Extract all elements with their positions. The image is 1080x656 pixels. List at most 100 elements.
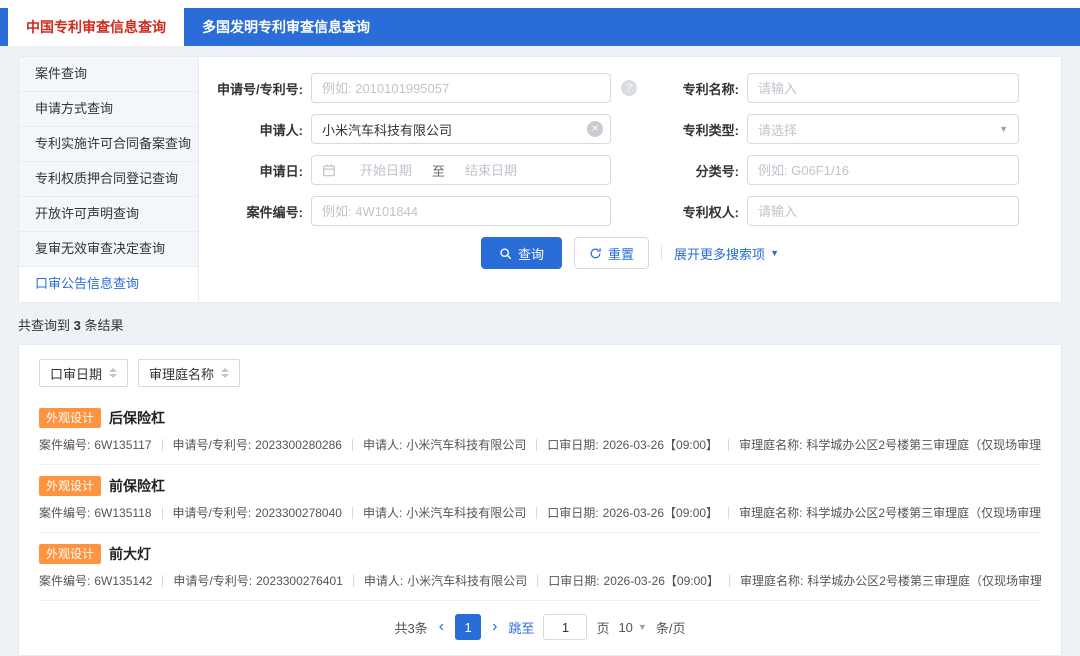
patent-name-input[interactable]: [747, 73, 1019, 103]
patent-type-badge: 外观设计: [39, 476, 102, 496]
result-item: 外观设计 前大灯 案件编号: 6W135142 申请号/专利号: 202330027…: [39, 533, 1041, 601]
application-number-label: 申请号/专利号:: [217, 81, 303, 97]
current-page-button[interactable]: 1: [455, 614, 482, 640]
patent-type-select[interactable]: 请选择 ▼: [747, 114, 1019, 144]
field-value: 6W135142: [94, 573, 153, 588]
field-label: 审理庭名称:: [739, 438, 803, 452]
sidebar: 案件查询 申请方式查询 专利实施许可合同备案查询 专利权质押合同登记查询 开放许…: [19, 57, 199, 302]
field-separator: [161, 438, 163, 451]
field-separator: [537, 574, 539, 587]
result-title: 前大灯: [109, 546, 152, 562]
tab-china-patent-query[interactable]: 中国专利审查信息查询: [8, 8, 184, 46]
sort-icon: [109, 368, 118, 378]
sort-by-hearing-date-button[interactable]: 口审日期: [39, 359, 129, 387]
apply-date-range-picker[interactable]: 至: [311, 155, 611, 185]
field-value: 2026-03-26【09:00】: [602, 438, 719, 452]
pagination-total: 共3条: [394, 620, 428, 636]
patentee-input[interactable]: [747, 196, 1019, 226]
expand-more-search-link[interactable]: 展开更多搜索项 ▼: [674, 244, 779, 263]
start-date-input[interactable]: [344, 161, 428, 179]
per-page-select[interactable]: 10 ▼: [618, 620, 646, 635]
page-unit-label: 页: [596, 620, 610, 636]
sidebar-item-reexamination-decision-query[interactable]: 复审无效审查决定查询: [19, 232, 198, 267]
field-separator: [728, 574, 730, 587]
applicant-input[interactable]: [311, 114, 611, 144]
field-separator: [728, 506, 730, 519]
divider: [661, 246, 663, 260]
field-label: 申请号/专利号:: [172, 438, 252, 452]
field-separator: [351, 438, 353, 451]
reset-button[interactable]: 重置: [574, 237, 650, 269]
field-label: 案件编号:: [39, 574, 91, 588]
field-separator: [162, 574, 164, 587]
field-value: 6W135117: [94, 437, 152, 452]
field-value: 2023300278040: [255, 505, 342, 520]
sidebar-item-license-record-query[interactable]: 专利实施许可合同备案查询: [19, 127, 198, 162]
jump-to-label: 跳至: [508, 620, 535, 636]
result-item: 外观设计 前保险杠 案件编号: 6W135118 申请号/专利号: 20233002…: [39, 465, 1041, 533]
field-label: 口审日期:: [548, 574, 600, 588]
jump-to-page-input[interactable]: [543, 614, 588, 640]
end-date-input[interactable]: [449, 161, 534, 179]
case-number-label: 案件编号:: [246, 204, 303, 220]
per-page-unit-label: 条/页: [655, 620, 686, 636]
date-range-separator: 至: [432, 163, 446, 179]
field-value: 2023300280286: [255, 437, 342, 452]
applicant-label: 申请人:: [259, 122, 303, 138]
classification-input[interactable]: [747, 155, 1019, 185]
field-label: 申请人:: [363, 574, 404, 588]
sidebar-item-oral-hearing-query[interactable]: 口审公告信息查询: [19, 267, 198, 302]
search-button[interactable]: 查询: [481, 237, 563, 269]
patent-type-placeholder: 请选择: [758, 122, 798, 138]
sidebar-item-application-mode-query[interactable]: 申请方式查询: [19, 92, 198, 127]
field-label: 审理庭名称:: [739, 506, 803, 520]
field-value: 科学城办公区2号楼第三审理庭（仅现场审理）: [806, 506, 1041, 520]
field-separator: [536, 438, 538, 451]
patent-type-badge: 外观设计: [39, 544, 102, 564]
search-panel: 案件查询 申请方式查询 专利实施许可合同备案查询 专利权质押合同登记查询 开放许…: [18, 56, 1062, 303]
field-label: 审理庭名称:: [739, 574, 804, 588]
patentee-label: 专利权人:: [682, 204, 739, 220]
top-gap: [0, 0, 1080, 8]
chevron-down-icon: ▼: [637, 622, 647, 632]
field-label: 申请人:: [362, 438, 403, 452]
field-label: 口审日期:: [547, 438, 599, 452]
refresh-icon: [589, 247, 602, 260]
field-label: 口审日期:: [547, 506, 599, 520]
result-title: 后保险杠: [109, 410, 166, 426]
help-icon[interactable]: ?: [621, 80, 637, 96]
sidebar-item-case-query[interactable]: 案件查询: [19, 57, 198, 92]
sidebar-item-open-license-query[interactable]: 开放许可声明查询: [19, 197, 198, 232]
sidebar-item-pledge-registration-query[interactable]: 专利权质押合同登记查询: [19, 162, 198, 197]
application-number-input[interactable]: [311, 73, 611, 103]
sort-bar: 口审日期 审理庭名称: [39, 359, 1041, 387]
clear-icon[interactable]: ×: [587, 121, 603, 137]
field-separator: [352, 574, 354, 587]
field-label: 案件编号:: [39, 506, 91, 520]
search-icon: [499, 247, 512, 260]
sort-by-court-name-button[interactable]: 审理庭名称: [138, 359, 241, 387]
field-label: 申请人:: [362, 506, 403, 520]
patent-type-label: 专利类型:: [682, 122, 739, 138]
field-label: 申请号/专利号:: [173, 574, 253, 588]
result-summary: 共查询到 3 条结果: [18, 318, 124, 333]
sort-icon: [221, 368, 230, 378]
field-value: 小米汽车科技有限公司: [406, 438, 527, 452]
field-value: 小米汽车科技有限公司: [406, 506, 527, 520]
chevron-down-icon: ▼: [999, 124, 1008, 134]
patent-name-label: 专利名称:: [682, 81, 739, 97]
result-title: 前保险杠: [109, 478, 166, 494]
field-value: 科学城办公区2号楼第三审理庭（仅现场审理）: [807, 574, 1041, 588]
result-item: 外观设计 后保险杠 案件编号: 6W135117 申请号/专利号: 20233002…: [39, 397, 1041, 465]
case-number-input[interactable]: [311, 196, 611, 226]
field-value: 2023300276401: [256, 573, 343, 588]
field-value: 2026-03-26【09:00】: [603, 574, 719, 588]
field-separator: [728, 438, 730, 451]
search-form: 申请号/专利号: ? 专利名称: 申请人: × 专利类型: 请选择 ▼: [199, 57, 1061, 302]
field-label: 申请号/专利号:: [172, 506, 252, 520]
field-separator: [161, 506, 163, 519]
tab-multi-country-query[interactable]: 多国发明专利审查信息查询: [184, 8, 388, 46]
field-value: 科学城办公区2号楼第三审理庭（仅现场审理）: [806, 438, 1041, 452]
apply-date-label: 申请日:: [259, 163, 303, 179]
field-separator: [351, 506, 353, 519]
